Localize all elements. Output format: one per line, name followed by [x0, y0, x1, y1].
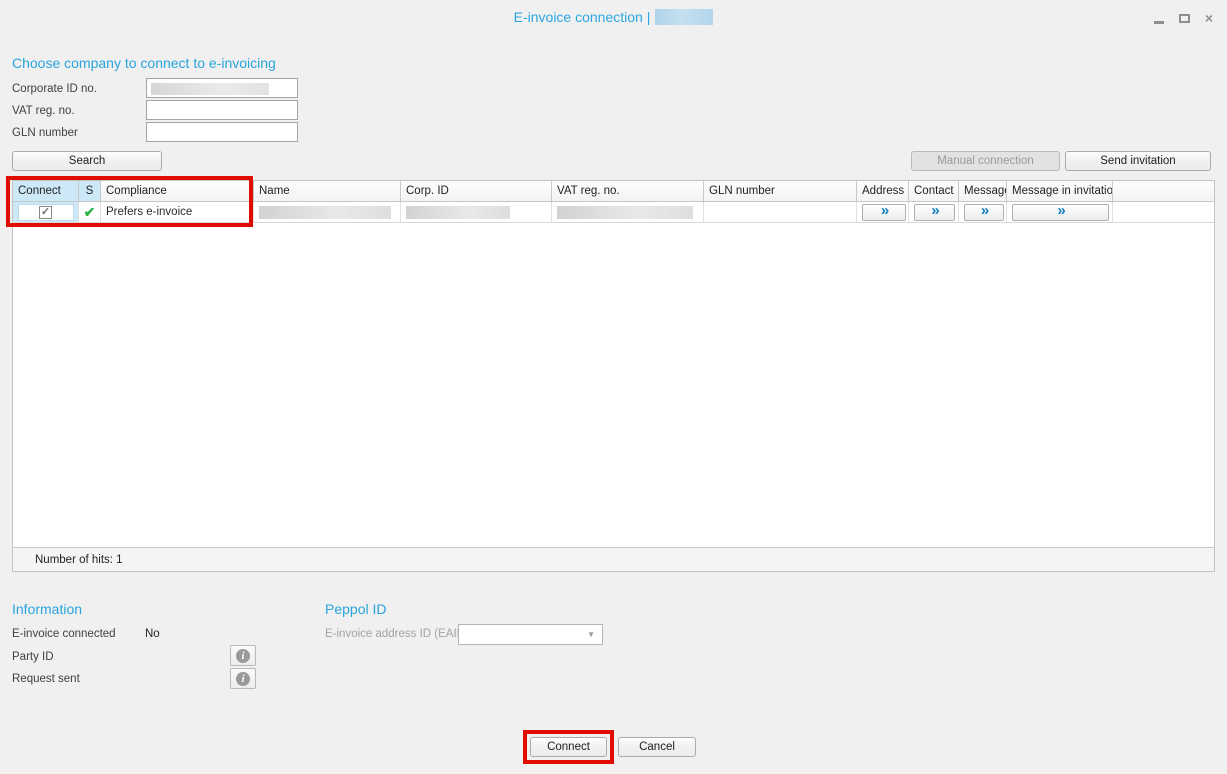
- minimize-button[interactable]: [1151, 10, 1167, 26]
- vat-reg-input[interactable]: [150, 101, 294, 119]
- name-cell: [254, 202, 401, 222]
- chevrons-right-icon: »: [981, 203, 987, 218]
- vat-reg-label: VAT reg. no.: [12, 105, 75, 117]
- eaid-label: E-invoice address ID (EAID): [325, 628, 469, 640]
- party-id-label: Party ID: [12, 651, 54, 663]
- connect-checkbox-editor: ✓: [18, 204, 74, 221]
- vat-cell: [552, 202, 704, 222]
- address-cell: »: [857, 202, 909, 222]
- contact-cell: »: [909, 202, 959, 222]
- redacted-corporate-id-value: [151, 83, 269, 95]
- message-in-invitation-cell: »: [1007, 202, 1113, 222]
- window-title-text: E-invoice connection |: [514, 9, 651, 25]
- window-title: E-invoice connection |: [0, 9, 1227, 25]
- gln-cell: [704, 202, 857, 222]
- peppol-id-heading: Peppol ID: [325, 601, 386, 617]
- connect-button[interactable]: Connect: [530, 737, 607, 757]
- gln-number-input[interactable]: [150, 123, 294, 141]
- column-header-filler: [1113, 181, 1214, 201]
- manual-connection-button: Manual connection: [911, 151, 1060, 171]
- search-button[interactable]: Search: [12, 151, 162, 171]
- corporate-id-label: Corporate ID no.: [12, 83, 97, 95]
- column-header-vat[interactable]: VAT reg. no.: [552, 181, 704, 201]
- gln-number-field[interactable]: [146, 122, 298, 142]
- maximize-button[interactable]: [1176, 10, 1192, 26]
- page-title: Choose company to connect to e-invoicing: [12, 55, 276, 71]
- status-cell: ✔: [79, 202, 101, 222]
- title-bar: E-invoice connection | ×: [0, 0, 1227, 36]
- vat-reg-field[interactable]: [146, 100, 298, 120]
- number-of-hits: Number of hits: 1: [35, 554, 123, 566]
- party-id-info-button[interactable]: i: [230, 645, 256, 666]
- send-invitation-button[interactable]: Send invitation: [1065, 151, 1211, 171]
- row-filler: [1113, 202, 1214, 222]
- corporate-id-field[interactable]: [146, 78, 298, 98]
- gln-number-label: GLN number: [12, 127, 78, 139]
- minimize-icon: [1154, 21, 1164, 24]
- redacted-vat-value: [557, 206, 693, 219]
- e-invoice-connected-value: No: [145, 628, 160, 640]
- column-header-contact[interactable]: Contact: [909, 181, 959, 201]
- compliance-cell: Prefers e-invoice: [101, 202, 254, 222]
- column-header-message[interactable]: Message: [959, 181, 1007, 201]
- grid-header-row: Connect S Compliance Name Corp. ID VAT r…: [13, 181, 1214, 202]
- corp-id-cell: [401, 202, 552, 222]
- green-check-icon: ✔: [84, 204, 96, 221]
- table-row[interactable]: ✓ ✔ Prefers e-invoice » » » »: [13, 202, 1214, 223]
- contact-expand-button[interactable]: »: [914, 204, 955, 221]
- close-button[interactable]: ×: [1201, 10, 1217, 26]
- grid-status-bar: Number of hits: 1: [13, 547, 1214, 571]
- chevrons-right-icon: »: [881, 203, 887, 218]
- chevrons-right-icon: »: [1057, 203, 1063, 218]
- cancel-button[interactable]: Cancel: [618, 737, 696, 757]
- column-header-compliance[interactable]: Compliance: [101, 181, 254, 201]
- info-icon: i: [236, 672, 250, 686]
- column-header-name[interactable]: Name: [254, 181, 401, 201]
- redacted-name-value: [259, 206, 391, 219]
- redacted-corp-id-value: [406, 206, 510, 219]
- column-header-gln[interactable]: GLN number: [704, 181, 857, 201]
- column-header-corp-id[interactable]: Corp. ID: [401, 181, 552, 201]
- redacted-company-name: [655, 9, 713, 25]
- message-in-invitation-expand-button[interactable]: »: [1012, 204, 1109, 221]
- column-header-address[interactable]: Address: [857, 181, 909, 201]
- chevrons-right-icon: »: [931, 203, 937, 218]
- e-invoice-connected-label: E-invoice connected: [12, 628, 116, 640]
- message-expand-button[interactable]: »: [964, 204, 1004, 221]
- request-sent-info-button[interactable]: i: [230, 668, 256, 689]
- connect-cell: ✓: [13, 202, 79, 222]
- message-cell: »: [959, 202, 1007, 222]
- chevron-down-icon: ▼: [587, 630, 595, 639]
- close-icon: ×: [1205, 11, 1213, 25]
- results-grid: Connect S Compliance Name Corp. ID VAT r…: [12, 180, 1215, 572]
- eaid-dropdown[interactable]: ▼: [458, 624, 603, 645]
- request-sent-label: Request sent: [12, 673, 80, 685]
- info-icon: i: [236, 649, 250, 663]
- column-header-s[interactable]: S: [79, 181, 101, 201]
- address-expand-button[interactable]: »: [862, 204, 906, 221]
- column-header-connect[interactable]: Connect: [13, 181, 79, 201]
- maximize-icon: [1179, 14, 1190, 23]
- connect-checkbox[interactable]: ✓: [39, 206, 52, 219]
- information-heading: Information: [12, 601, 82, 617]
- column-header-message-in-invitation[interactable]: Message in invitation: [1007, 181, 1113, 201]
